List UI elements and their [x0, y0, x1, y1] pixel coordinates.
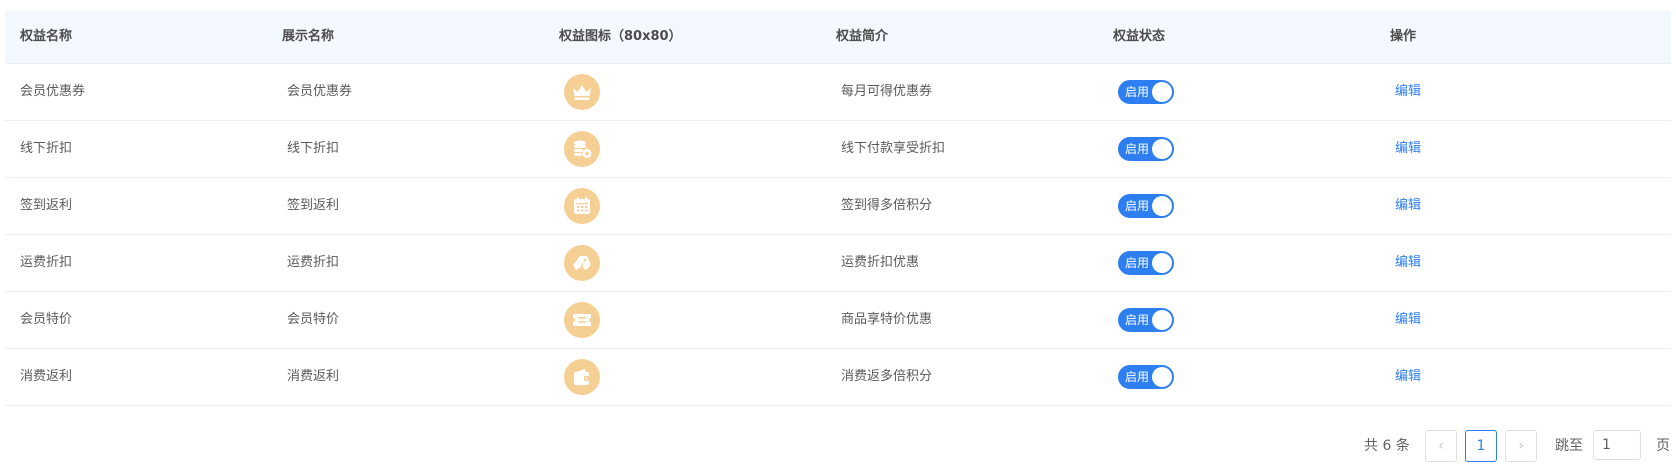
edit-link[interactable]: 编辑 [1395, 235, 1421, 291]
edit-link[interactable]: 编辑 [1395, 178, 1421, 234]
table-row: 会员优惠券 会员优惠券 每月可得优惠券 启用 编辑 [5, 64, 1671, 121]
table-row: 消费返利 消费返利 消费返多倍积分 启用 编辑 [5, 349, 1671, 406]
cell-name: 会员优惠券 [20, 84, 86, 99]
status-toggle-label: 启用 [1125, 142, 1150, 156]
cell-name: 签到返利 [20, 198, 73, 213]
status-toggle[interactable]: 启用 [1118, 137, 1174, 161]
table-row: 会员特价 会员特价 商品享特价优惠 启用 编辑 [5, 292, 1671, 349]
cell-intro: 消费返多倍积分 [841, 369, 933, 384]
status-toggle-label: 启用 [1125, 313, 1150, 327]
status-toggle[interactable]: 启用 [1118, 251, 1174, 275]
wallet-icon [564, 359, 600, 395]
edit-link[interactable]: 编辑 [1395, 64, 1421, 120]
header-status: 权益状态 [1113, 29, 1166, 44]
status-toggle-label: 启用 [1125, 85, 1150, 99]
page-suffix-label: 页 [1656, 438, 1670, 454]
cell-intro: 线下付款享受折扣 [841, 141, 946, 156]
edit-link[interactable]: 编辑 [1395, 121, 1421, 177]
cell-intro: 运费折扣优惠 [841, 255, 920, 270]
table-row: 线下折扣 线下折扣 线下付款享受折扣 启用 编辑 [5, 121, 1671, 178]
header-action: 操作 [1390, 29, 1417, 44]
coins-gear-icon [564, 131, 600, 167]
toggle-knob [1152, 367, 1172, 387]
pagination-total: 共 6 条 [1364, 438, 1410, 454]
status-toggle[interactable]: 启用 [1118, 365, 1174, 389]
tag-icon [564, 245, 600, 281]
jump-label: 跳至 [1555, 438, 1583, 454]
header-display-name: 展示名称 [282, 29, 335, 44]
table-row: 签到返利 签到返利 签到得多倍积分 启用 编辑 [5, 178, 1671, 235]
cell-intro: 商品享特价优惠 [841, 312, 933, 327]
status-toggle[interactable]: 启用 [1118, 80, 1174, 104]
status-toggle[interactable]: 启用 [1118, 194, 1174, 218]
cell-name: 消费返利 [20, 369, 73, 384]
prev-page-button[interactable]: ‹ [1425, 430, 1457, 462]
edit-link[interactable]: 编辑 [1395, 349, 1421, 405]
header-intro: 权益简介 [836, 29, 889, 44]
cell-display-name: 运费折扣 [287, 255, 340, 270]
next-page-button[interactable]: › [1505, 430, 1537, 462]
crown-icon [564, 74, 600, 110]
cell-name: 线下折扣 [20, 141, 73, 156]
status-toggle-label: 启用 [1125, 370, 1150, 384]
cell-intro: 每月可得优惠券 [841, 84, 933, 99]
status-toggle-label: 启用 [1125, 256, 1150, 270]
cell-display-name: 消费返利 [287, 369, 340, 384]
toggle-knob [1152, 82, 1172, 102]
toggle-knob [1152, 310, 1172, 330]
status-toggle[interactable]: 启用 [1118, 308, 1174, 332]
toggle-knob [1152, 253, 1172, 273]
cell-display-name: 会员优惠券 [287, 84, 353, 99]
cell-display-name: 会员特价 [287, 312, 340, 327]
status-toggle-label: 启用 [1125, 199, 1150, 213]
benefits-table: 权益名称 展示名称 权益图标（80x80） 权益简介 权益状态 操作 会员优惠券… [5, 10, 1671, 406]
header-icon: 权益图标（80x80） [559, 29, 682, 44]
toggle-knob [1152, 196, 1172, 216]
ticket-icon [564, 302, 600, 338]
toggle-knob [1152, 139, 1172, 159]
cell-display-name: 线下折扣 [287, 141, 340, 156]
calendar-icon [564, 188, 600, 224]
cell-name: 运费折扣 [20, 255, 73, 270]
cell-display-name: 签到返利 [287, 198, 340, 213]
edit-link[interactable]: 编辑 [1395, 292, 1421, 348]
page-number-button[interactable]: 1 [1465, 430, 1497, 462]
table-row: 运费折扣 运费折扣 运费折扣优惠 启用 编辑 [5, 235, 1671, 292]
jump-page-input[interactable] [1593, 430, 1641, 460]
header-name: 权益名称 [20, 29, 73, 44]
cell-name: 会员特价 [20, 312, 73, 327]
table-header: 权益名称 展示名称 权益图标（80x80） 权益简介 权益状态 操作 [5, 10, 1671, 64]
cell-intro: 签到得多倍积分 [841, 198, 933, 213]
